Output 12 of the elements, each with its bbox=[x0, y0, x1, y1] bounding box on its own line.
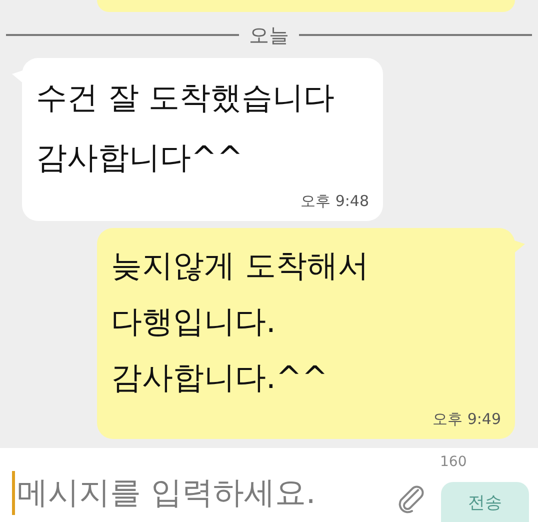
message-time: 오후 9:49 bbox=[432, 410, 501, 429]
message-text: 감사합니다^^ bbox=[36, 139, 244, 178]
message-text: 다행입니다. bbox=[111, 303, 277, 342]
date-label: 오늘 bbox=[249, 22, 289, 48]
message-text: 수건 잘 도착했습니다 bbox=[36, 79, 336, 118]
message-text: 감사합니다.^^ bbox=[111, 359, 329, 398]
message-time: 오후 9:48 bbox=[300, 192, 369, 211]
message-input[interactable]: 메시지를 입력하세요. bbox=[15, 475, 396, 511]
message-text: 늦지않게 도착해서 bbox=[111, 247, 370, 286]
character-counter: 160 bbox=[440, 454, 467, 470]
paperclip-icon[interactable] bbox=[396, 484, 426, 514]
text-cursor bbox=[12, 471, 15, 515]
